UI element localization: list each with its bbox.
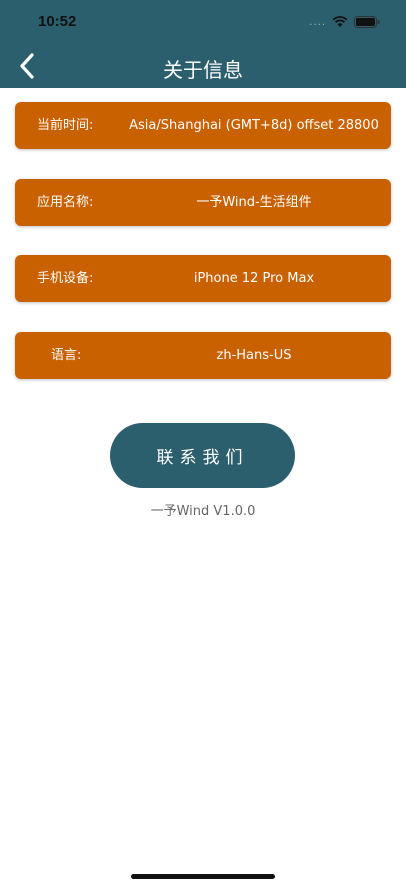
contact-us-button[interactable]: 联系我们 [110, 423, 295, 488]
page-title: 关于信息 [163, 58, 243, 82]
info-value: zh-Hans-US [216, 348, 292, 363]
signal-dots: .... [309, 16, 326, 28]
info-row-language: 语言: zh-Hans-US [15, 332, 391, 379]
info-row-device: 手机设备: iPhone 12 Pro Max [15, 255, 391, 302]
version-label: 一予Wind V1.0.0 [150, 504, 256, 519]
info-label: 应用名称: [37, 195, 94, 210]
info-value: 一予Wind-生活组件 [196, 195, 312, 210]
info-value: iPhone 12 Pro Max [193, 271, 315, 286]
info-label: 当前时间: [37, 118, 94, 133]
info-label: 手机设备: [37, 271, 94, 286]
home-indicator[interactable] [131, 874, 275, 879]
battery-icon [354, 16, 380, 28]
info-row-current-time: 当前时间: Asia/Shanghai (GMT+8d) offset 2880… [15, 102, 391, 149]
wifi-icon [332, 16, 348, 27]
info-value: Asia/Shanghai (GMT+8d) offset 28800 [129, 118, 379, 133]
status-icons: .... [309, 14, 380, 30]
status-time: 10:52 [38, 13, 77, 30]
info-label: 语言: [51, 348, 82, 363]
info-row-app-name: 应用名称: 一予Wind-生活组件 [15, 179, 391, 226]
nav-bar: 10:52 .... 关于信息 [0, 0, 406, 88]
